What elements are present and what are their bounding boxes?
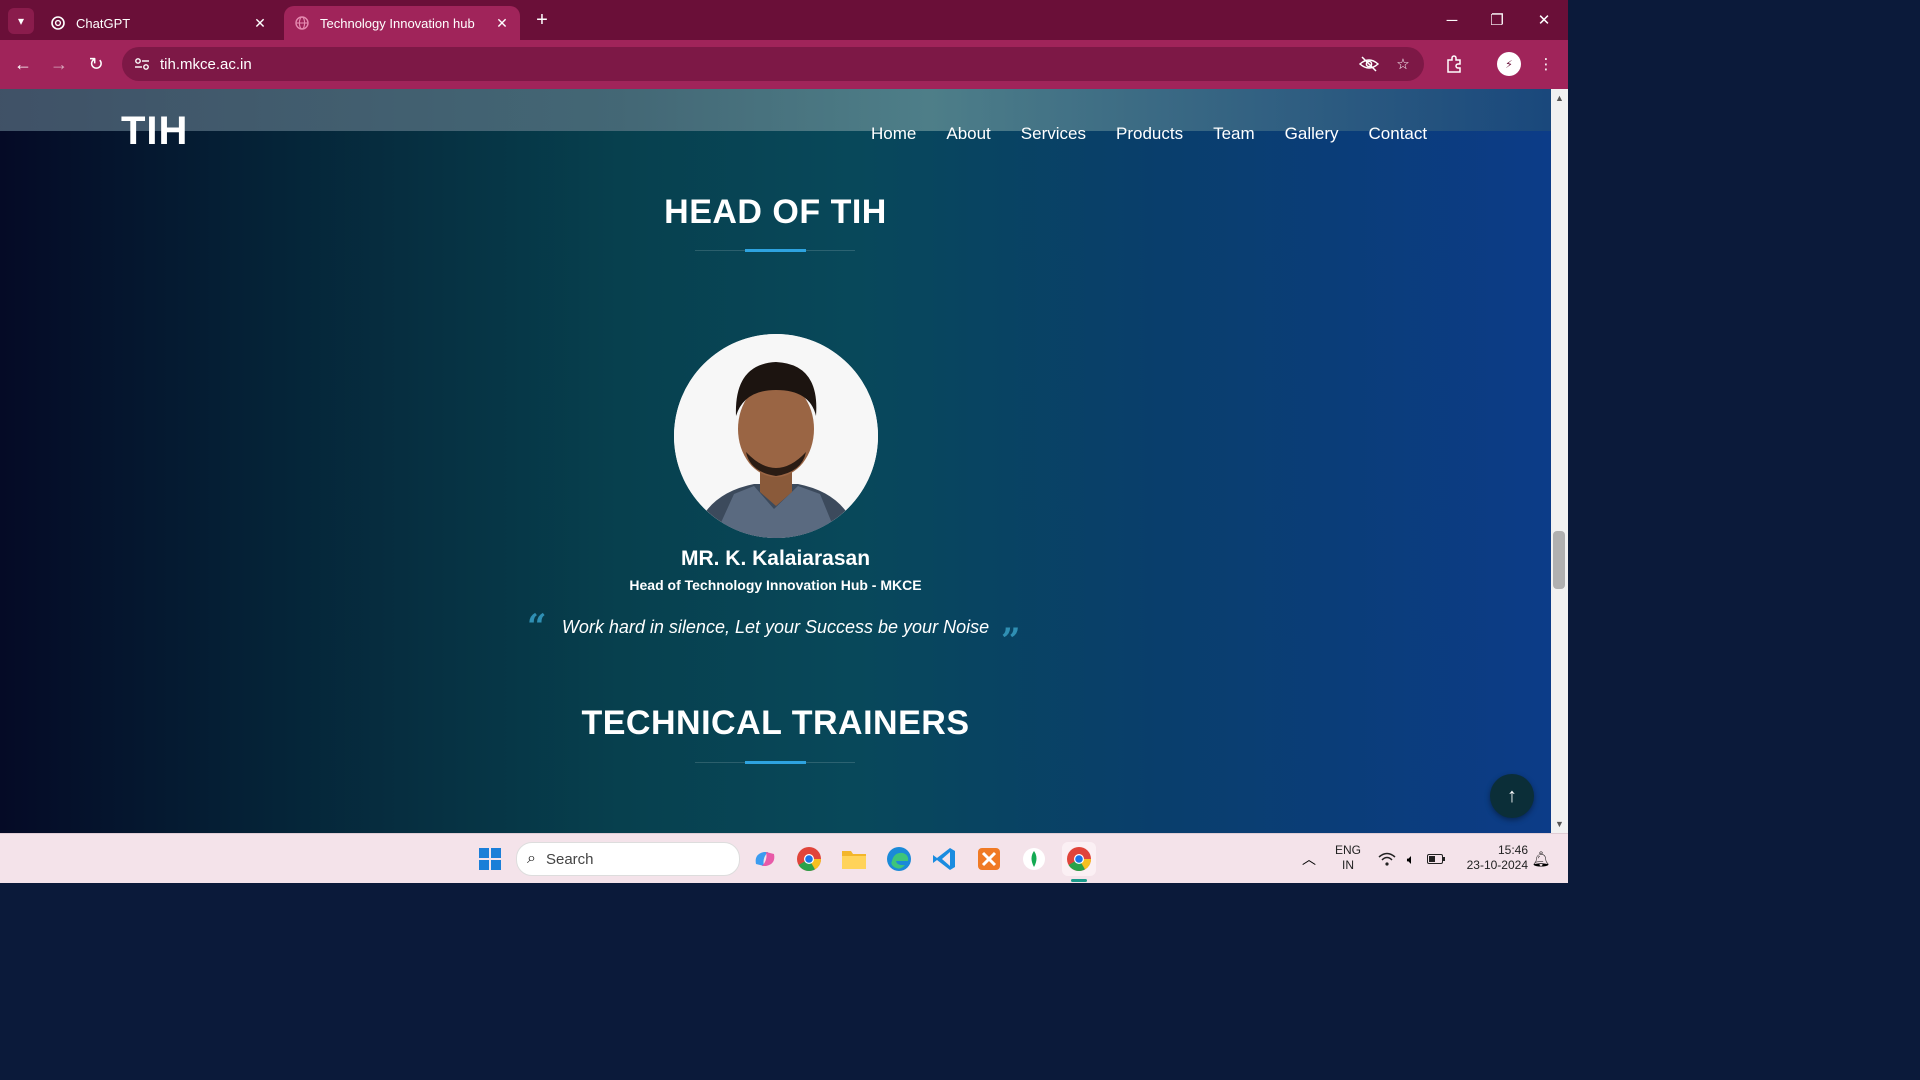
nav-team[interactable]: Team xyxy=(1213,124,1255,144)
back-arrow-icon[interactable]: ← xyxy=(10,51,36,77)
site-logo[interactable]: TIH xyxy=(121,109,188,154)
edge-icon[interactable] xyxy=(884,844,914,874)
profile-avatar-icon[interactable]: ⚡ xyxy=(1497,52,1521,76)
bookmark-star-icon[interactable]: ☆ xyxy=(1392,53,1414,75)
notification-bell-icon[interactable]: 🔔︎ xyxy=(1526,844,1556,874)
head-name: MR. K. Kalaiarasan xyxy=(680,547,871,570)
windows-taskbar: ⌕ Search ︿ ENG IN 🔈︎ 15:46 23-10-2024 🔔︎ xyxy=(0,833,1568,883)
back-to-top-arrow-icon[interactable]: ↑ xyxy=(1490,774,1534,818)
clock-date: 23-10-2024 xyxy=(1466,858,1528,872)
title-accent-bar xyxy=(745,761,806,764)
search-icon: ⌕ xyxy=(527,850,536,867)
show-hidden-icons-chevron-icon[interactable]: ︿ xyxy=(1294,844,1324,874)
menu-kebab-icon[interactable]: ⋮ xyxy=(1535,53,1557,75)
globe-icon xyxy=(294,15,310,31)
head-photo xyxy=(674,334,878,538)
eye-off-icon[interactable] xyxy=(1358,53,1380,75)
battery-icon[interactable] xyxy=(1421,844,1451,874)
head-quote: Work hard in silence, Let your Success b… xyxy=(561,617,990,637)
xampp-icon[interactable] xyxy=(974,844,1004,874)
minimize-icon[interactable]: ─ xyxy=(1437,8,1467,32)
nav-contact[interactable]: Contact xyxy=(1369,124,1428,144)
head-role: Head of Technology Innovation Hub - MKCE xyxy=(629,577,922,593)
url-text: tih.mkce.ac.in xyxy=(160,55,252,73)
tab-close-icon[interactable]: ✕ xyxy=(250,13,270,33)
nav-about[interactable]: About xyxy=(946,124,990,144)
language-indicator[interactable]: ENG IN xyxy=(1331,843,1365,873)
tab-search-chevron-icon[interactable]: ▾ xyxy=(8,8,34,34)
tab-chatgpt[interactable]: ChatGPT ✕ xyxy=(40,6,278,40)
nav-home[interactable]: Home xyxy=(871,124,916,144)
taskbar-search[interactable]: ⌕ Search xyxy=(516,842,740,876)
page-viewport: TIH Home About Services Products Team Ga… xyxy=(0,89,1551,833)
mongodb-compass-icon[interactable] xyxy=(1019,844,1049,874)
section-title-head: HEAD OF TIH xyxy=(664,193,887,231)
chatgpt-icon xyxy=(50,15,66,31)
scroll-thumb[interactable] xyxy=(1553,531,1565,589)
tab-title: Technology Innovation hub xyxy=(320,15,475,31)
page-scrollbar[interactable]: ▲ ▼ xyxy=(1551,89,1568,833)
reload-icon[interactable]: ↻ xyxy=(83,51,109,77)
tab-technology-innovation-hub[interactable]: Technology Innovation hub ✕ xyxy=(284,6,520,40)
tab-close-icon[interactable]: ✕ xyxy=(492,13,512,33)
active-app-indicator xyxy=(1071,879,1087,882)
extensions-puzzle-icon[interactable] xyxy=(1443,53,1465,75)
site-info-icon[interactable] xyxy=(132,54,152,74)
nav-products[interactable]: Products xyxy=(1116,124,1183,144)
vscode-icon[interactable] xyxy=(929,844,959,874)
clock-time: 15:46 xyxy=(1497,843,1528,857)
browser-tab-bar: ▾ ChatGPT ✕ Technology Innovation hub ✕ … xyxy=(0,0,1568,40)
copilot-icon[interactable] xyxy=(750,844,780,874)
tab-title: ChatGPT xyxy=(76,15,131,31)
chrome-active-app-icon[interactable] xyxy=(1062,842,1096,876)
nav-gallery[interactable]: Gallery xyxy=(1285,124,1339,144)
scroll-up-icon[interactable]: ▲ xyxy=(1551,91,1568,105)
window-close-icon[interactable]: ✕ xyxy=(1529,8,1559,32)
new-tab-plus-icon[interactable]: + xyxy=(530,8,554,32)
language-code: ENG xyxy=(1334,843,1361,857)
scroll-down-icon[interactable]: ▼ xyxy=(1551,817,1568,831)
restore-icon[interactable]: ❐ xyxy=(1482,8,1512,32)
clock[interactable]: 15:46 23-10-2024 xyxy=(1456,843,1528,873)
quote-close-icon: ” xyxy=(1001,621,1021,661)
region-code: IN xyxy=(1342,858,1354,872)
site-navigation: Home About Services Products Team Galler… xyxy=(871,124,1457,144)
windows-start-icon[interactable] xyxy=(475,844,505,874)
browser-toolbar: ← → ↻ tih.mkce.ac.in ☆ ⚡ ⋮ xyxy=(0,40,1568,89)
nav-services[interactable]: Services xyxy=(1021,124,1086,144)
title-accent-bar xyxy=(745,249,806,252)
search-placeholder: Search xyxy=(545,850,594,868)
section-title-trainers: TECHNICAL TRAINERS xyxy=(581,704,970,742)
address-bar[interactable]: tih.mkce.ac.in xyxy=(122,47,1424,81)
forward-arrow-icon[interactable]: → xyxy=(46,51,72,77)
file-explorer-icon[interactable] xyxy=(839,844,869,874)
chrome-icon[interactable] xyxy=(794,844,824,874)
